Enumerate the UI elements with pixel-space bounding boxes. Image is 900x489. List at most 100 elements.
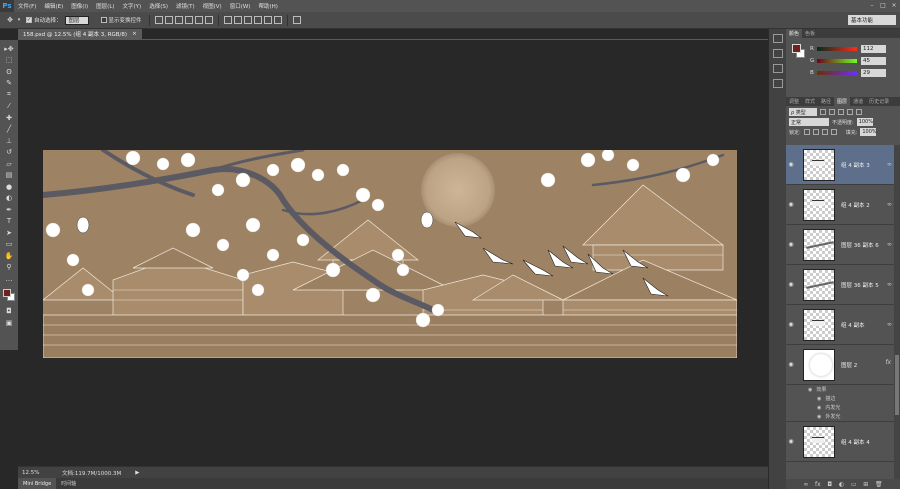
menu-layer[interactable]: 图层(L)	[92, 2, 118, 10]
foreground-color-swatch[interactable]	[3, 288, 11, 297]
distribute-vcenter-icon[interactable]	[233, 16, 242, 24]
layer-row[interactable]: ◉ 组 4 副本 3 ∞	[786, 145, 894, 185]
tab-paths[interactable]: 路径	[818, 97, 834, 106]
visibility-eye-icon[interactable]: ◉	[817, 405, 821, 411]
quick-select-tool-icon[interactable]: ✎	[2, 78, 16, 90]
menu-file[interactable]: 文件(F)	[14, 2, 40, 10]
brush-tool-icon[interactable]: ╱	[2, 124, 16, 136]
dodge-tool-icon[interactable]: ◐	[2, 193, 16, 205]
menu-view[interactable]: 视图(V)	[199, 2, 226, 10]
add-style-icon[interactable]: fx	[815, 481, 821, 488]
filter-shape-icon[interactable]	[847, 109, 853, 115]
filter-pixel-icon[interactable]	[820, 109, 826, 115]
marquee-tool-icon[interactable]: ⬚	[2, 55, 16, 67]
tab-mini-bridge[interactable]: Mini Bridge	[18, 478, 57, 489]
tab-swatches[interactable]: 色板	[802, 29, 818, 38]
menu-select[interactable]: 选择(S)	[145, 2, 172, 10]
visibility-eye-icon[interactable]: ◉	[786, 321, 796, 328]
blue-slider[interactable]	[817, 70, 857, 75]
quick-mask-icon[interactable]: ◘	[2, 306, 16, 318]
lock-position-icon[interactable]	[821, 129, 828, 135]
filter-smart-object-icon[interactable]	[856, 109, 862, 115]
filter-adjustment-icon[interactable]	[829, 109, 835, 115]
healing-brush-tool-icon[interactable]: ✚	[2, 112, 16, 124]
menu-edit[interactable]: 编辑(E)	[40, 2, 67, 10]
gradient-tool-icon[interactable]: ▤	[2, 170, 16, 182]
lock-all-icon[interactable]	[830, 129, 837, 135]
hand-tool-icon[interactable]: ✋	[2, 250, 16, 262]
distribute-right-icon[interactable]	[273, 16, 282, 24]
close-icon[interactable]: ×	[132, 31, 137, 37]
eraser-tool-icon[interactable]: ▱	[2, 158, 16, 170]
visibility-eye-icon[interactable]: ◉	[786, 438, 796, 445]
pen-tool-icon[interactable]: ✒	[2, 204, 16, 216]
layer-row[interactable]: ◉ 图层 36 副本 5 ∞	[786, 265, 894, 305]
zoom-tool-icon[interactable]: ⚲	[2, 262, 16, 274]
menu-help[interactable]: 帮助(H)	[254, 2, 281, 10]
distribute-left-icon[interactable]	[253, 16, 262, 24]
effect-stroke[interactable]: ◉ 描边	[808, 394, 894, 403]
layer-row[interactable]: ◉ 图层 2 fx	[786, 345, 894, 385]
history-brush-tool-icon[interactable]: ↺	[2, 147, 16, 159]
clone-stamp-tool-icon[interactable]: ⊥	[2, 135, 16, 147]
close-icon[interactable]: ×	[890, 1, 898, 10]
green-value-field[interactable]: 45	[861, 56, 886, 65]
zoom-level[interactable]: 12.5%	[22, 470, 42, 476]
foreground-color-swatch[interactable]	[792, 44, 801, 53]
layer-row[interactable]: ◉ 组 4 副本 4	[786, 422, 894, 462]
fill-field[interactable]: 100%	[860, 128, 877, 136]
align-left-icon[interactable]	[184, 16, 193, 24]
character-panel-icon[interactable]	[772, 64, 783, 73]
lasso-tool-icon[interactable]: ʘ	[2, 66, 16, 78]
effect-outer-glow[interactable]: ◉ 外发光	[808, 412, 894, 421]
document-tab[interactable]: 158.psd @ 12.5% (组 4 副本 3, RGB/8) ×	[18, 29, 142, 39]
align-right-icon[interactable]	[204, 16, 213, 24]
align-vcenter-icon[interactable]	[164, 16, 173, 24]
align-bottom-icon[interactable]	[174, 16, 183, 24]
canvas-area[interactable]	[18, 40, 768, 466]
lock-transparency-icon[interactable]	[803, 129, 810, 135]
opacity-field[interactable]: 100%	[856, 118, 873, 126]
red-slider[interactable]	[817, 46, 857, 51]
tab-styles[interactable]: 样式	[802, 97, 818, 106]
chevron-down-icon[interactable]: ▾	[16, 15, 22, 26]
menu-image[interactable]: 图像(I)	[67, 2, 92, 10]
screen-mode-icon[interactable]: ▣	[2, 317, 16, 329]
tab-channels[interactable]: 通道	[850, 97, 866, 106]
visibility-eye-icon[interactable]: ◉	[817, 396, 821, 402]
tab-history[interactable]: 历史记录	[866, 97, 892, 106]
filter-type-icon[interactable]	[838, 109, 844, 115]
effect-inner-glow[interactable]: ◉ 内发光	[808, 403, 894, 412]
properties-panel-icon[interactable]	[772, 49, 783, 58]
new-adjustment-icon[interactable]: ◐	[839, 481, 844, 488]
more-tools-icon[interactable]: …	[2, 273, 16, 285]
layer-row[interactable]: ◉ 组 4 副本 2 ∞	[786, 185, 894, 225]
history-panel-icon[interactable]	[772, 34, 783, 43]
maximize-icon[interactable]: □	[879, 1, 887, 10]
tab-color[interactable]: 颜色	[786, 29, 803, 38]
layer-kind-filter[interactable]: ρ 类型	[789, 108, 817, 116]
layers-scrollbar[interactable]	[894, 145, 900, 479]
distribute-hcenter-icon[interactable]	[263, 16, 272, 24]
new-layer-icon[interactable]: ⊞	[863, 481, 868, 488]
blend-mode-dropdown[interactable]: 正常	[789, 118, 829, 126]
shape-tool-icon[interactable]: ▭	[2, 239, 16, 251]
new-group-icon[interactable]: ▭	[851, 481, 857, 488]
status-menu-arrow-icon[interactable]: ▶	[135, 470, 139, 476]
tab-adjustments[interactable]: 调整	[786, 97, 802, 106]
auto-select-checkbox[interactable]: ✓	[26, 17, 32, 23]
distribute-top-icon[interactable]	[223, 16, 232, 24]
paragraph-panel-icon[interactable]	[772, 79, 783, 88]
workspace-dropdown[interactable]: 基本功能	[848, 15, 896, 25]
distribute-bottom-icon[interactable]	[243, 16, 252, 24]
move-tool-icon[interactable]: ✥	[4, 15, 16, 26]
crop-tool-icon[interactable]: ⌗	[2, 89, 16, 101]
align-top-icon[interactable]	[154, 16, 163, 24]
link-layers-icon[interactable]: ∞	[803, 481, 808, 488]
show-transform-checkbox[interactable]	[100, 17, 107, 23]
tab-timeline[interactable]: 时间轴	[56, 478, 81, 489]
menu-filter[interactable]: 滤镜(T)	[172, 2, 199, 10]
blue-value-field[interactable]: 29	[861, 68, 886, 77]
layer-row[interactable]: ◉ 组 4 副本 ∞	[786, 305, 894, 345]
visibility-eye-icon[interactable]: ◉	[786, 241, 796, 248]
